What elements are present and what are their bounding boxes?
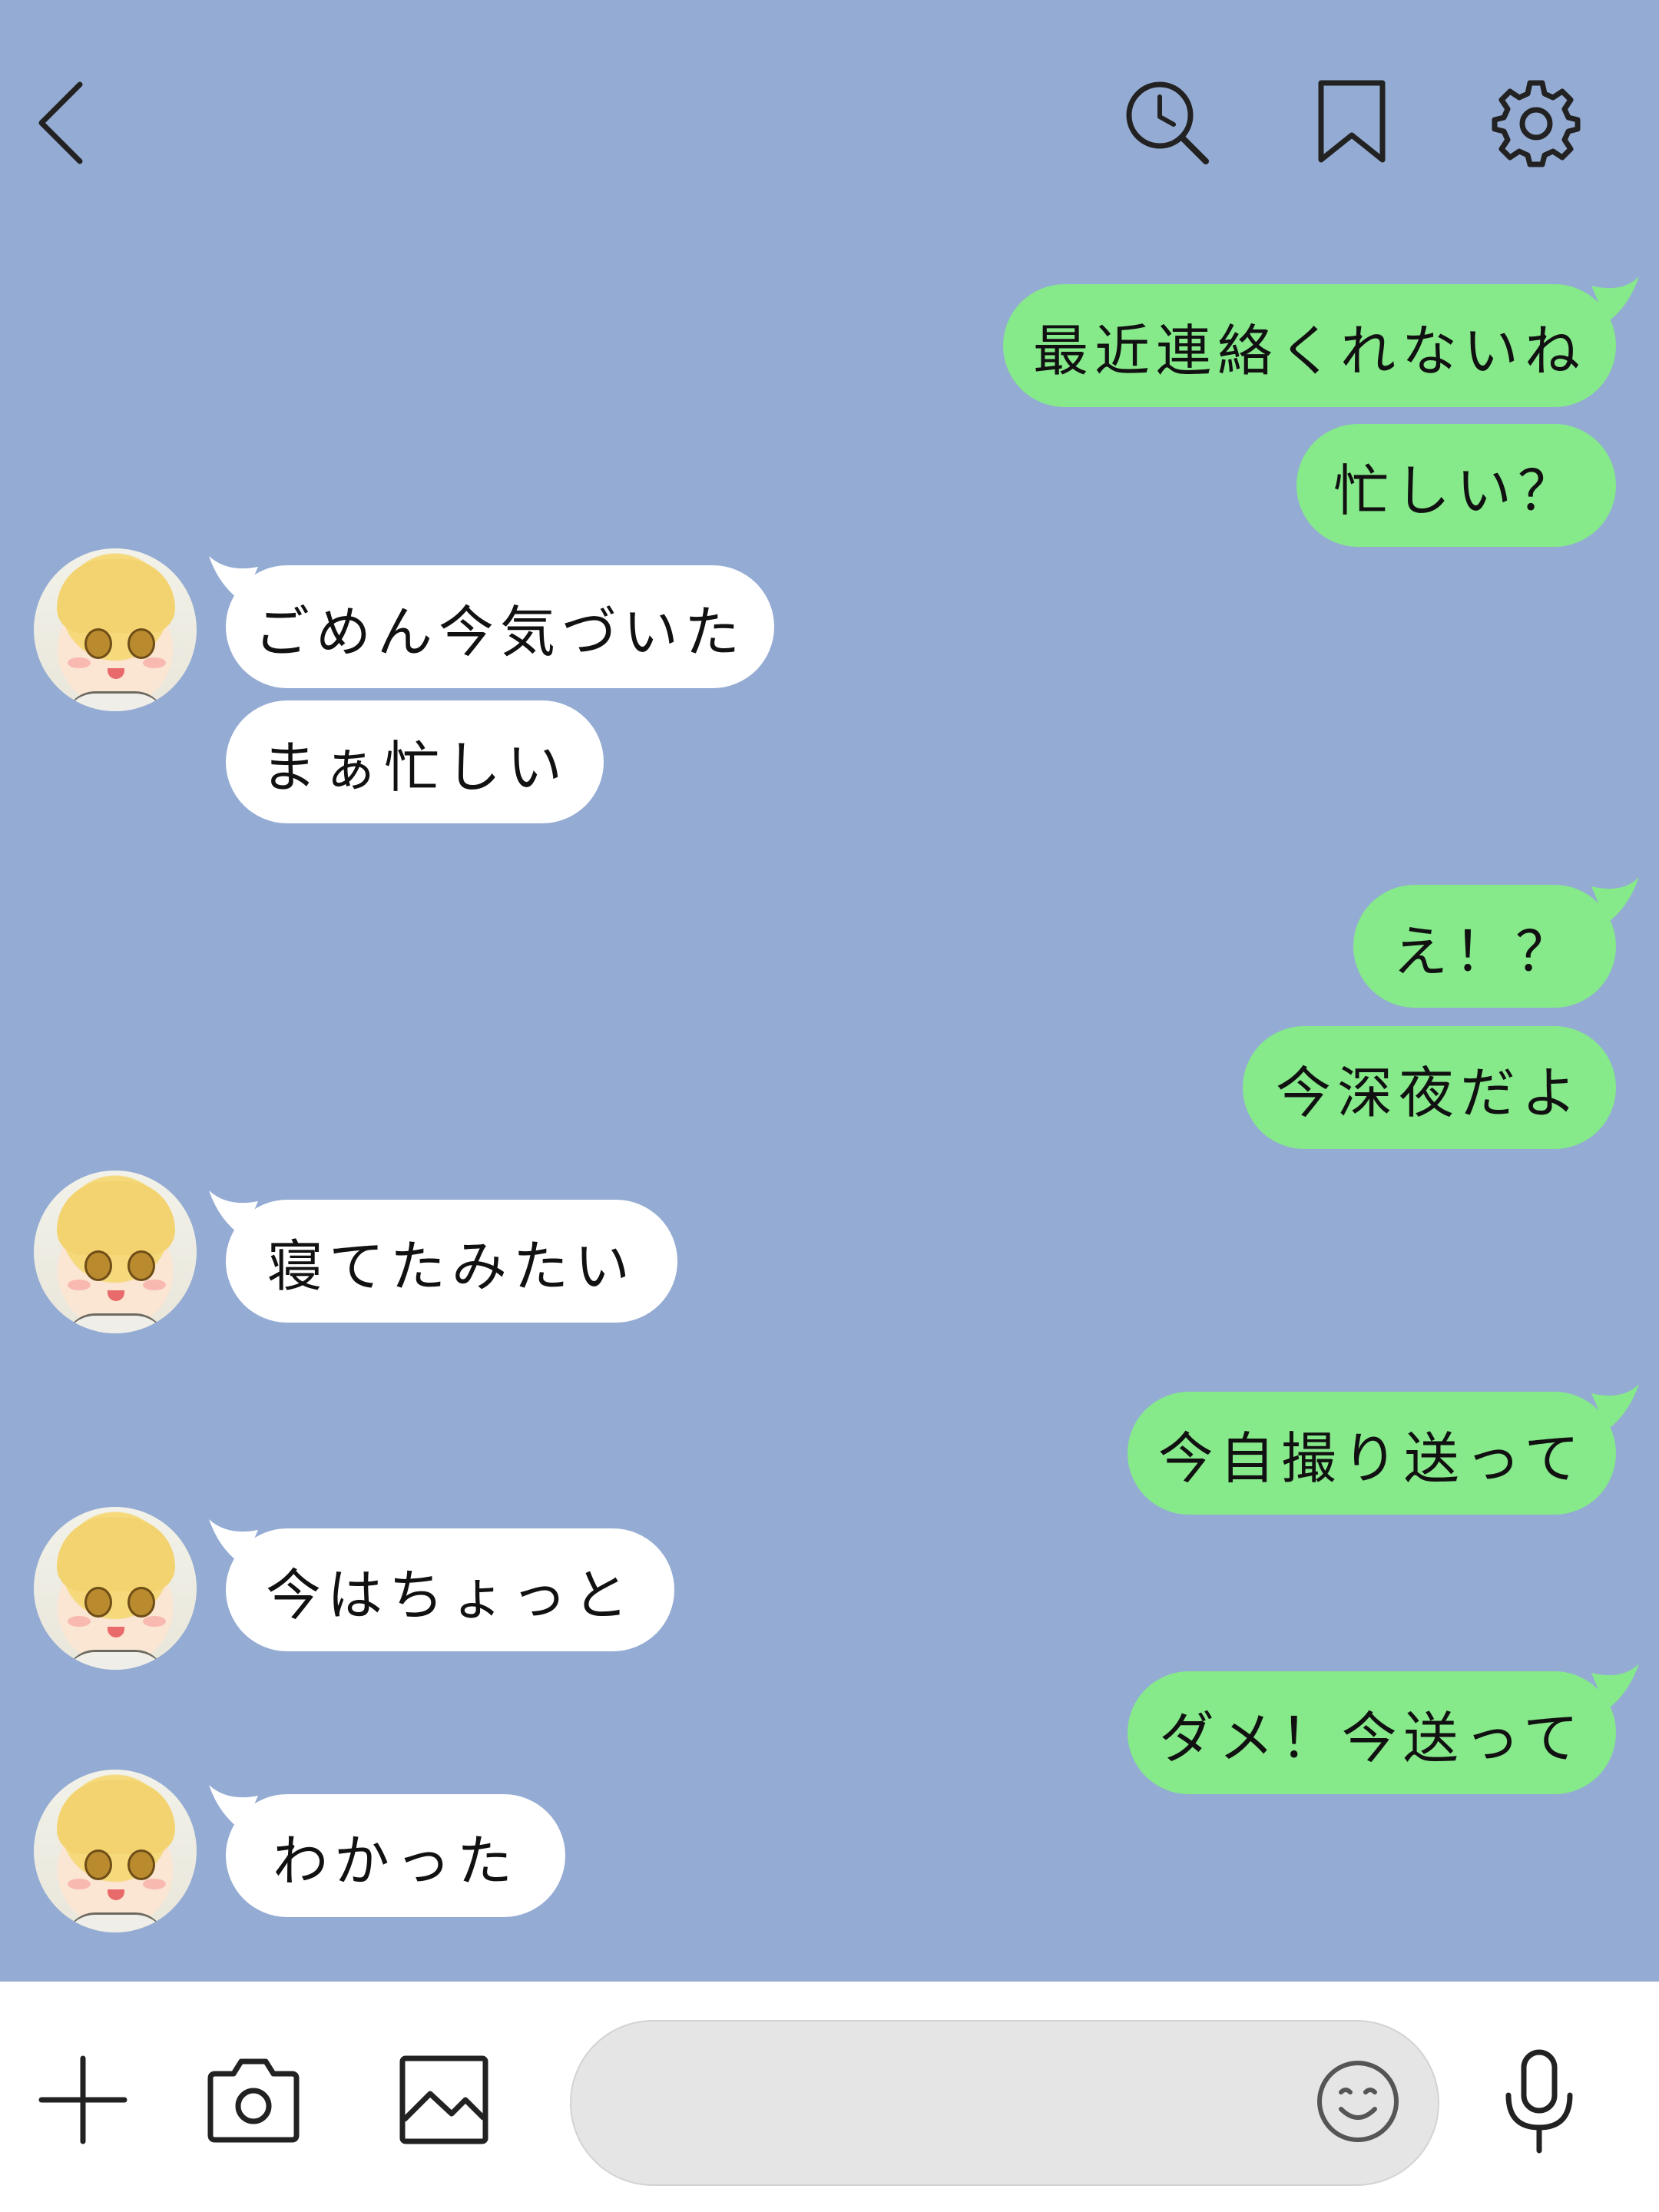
gear-icon[interactable] (1490, 77, 1582, 169)
message-text: 今自撮り送って (1157, 1426, 1586, 1491)
message-text: 今深夜だよ (1275, 1060, 1583, 1125)
message-bubble-received[interactable]: まぁ忙しい (226, 700, 604, 823)
avatar[interactable] (34, 548, 197, 711)
message-text: 今はちょっと (265, 1562, 634, 1628)
avatar[interactable] (34, 1171, 197, 1333)
composer-bar (0, 1982, 1659, 2212)
message-text: 忙しい？ (1333, 458, 1579, 523)
camera-icon[interactable] (206, 2055, 301, 2144)
message-bubble-sent[interactable]: 今深夜だよ (1243, 1026, 1616, 1149)
bubble-tail (1591, 1664, 1645, 1717)
message-bubble-sent[interactable]: ダメ！今送って (1128, 1671, 1616, 1794)
image-icon[interactable] (398, 2054, 490, 2146)
bubble-tail (1591, 276, 1645, 330)
message-text: まぁ忙しい (260, 734, 568, 800)
message-text: 寝てたみたい (267, 1233, 636, 1299)
avatar[interactable] (34, 1507, 197, 1670)
chat-header (0, 0, 1659, 230)
message-text: え！？ (1392, 919, 1577, 984)
search-history-icon[interactable] (1121, 77, 1214, 169)
microphone-icon[interactable] (1501, 2048, 1578, 2155)
message-bubble-sent[interactable]: 今自撮り送って (1128, 1392, 1616, 1515)
message-bubble-received[interactable]: わかった (226, 1794, 565, 1917)
avatar[interactable] (34, 1770, 197, 1932)
message-bubble-sent[interactable]: え！？ (1353, 885, 1616, 1008)
message-text: ダメ！今送って (1158, 1705, 1585, 1770)
message-bubble-sent[interactable]: 忙しい？ (1296, 424, 1616, 547)
bubble-tail (1591, 877, 1645, 931)
message-list[interactable]: 最近連絡くれないね 忙しい？ ごめん今気づいた まぁ忙しい え！？ 今深夜だよ (0, 230, 1659, 1982)
bookmark-icon[interactable] (1313, 77, 1390, 169)
message-bubble-received[interactable]: ごめん今気づいた (226, 565, 774, 688)
message-text: わかった (272, 1828, 518, 1893)
message-text: ごめん今気づいた (253, 599, 746, 664)
bubble-tail (1591, 1384, 1645, 1438)
message-bubble-received[interactable]: 今はちょっと (226, 1528, 674, 1651)
message-bubble-sent[interactable]: 最近連絡くれないね (1003, 284, 1616, 407)
plus-icon[interactable] (37, 2054, 129, 2146)
chevron-left-icon[interactable] (31, 77, 92, 169)
message-text: 最近連絡くれないね (1032, 318, 1586, 383)
message-input[interactable] (570, 2020, 1439, 2186)
message-bubble-received[interactable]: 寝てたみたい (226, 1200, 677, 1323)
smiley-icon[interactable] (1315, 2058, 1401, 2144)
